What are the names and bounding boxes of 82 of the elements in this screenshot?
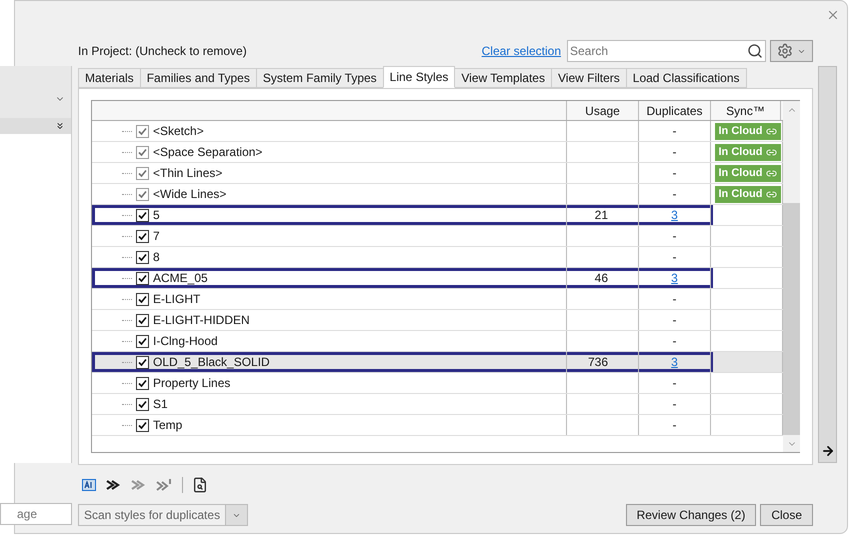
style-name[interactable]: Temp [153,416,182,434]
table-cell-text: - [672,333,676,350]
text-style-icon[interactable] [82,479,96,491]
tab[interactable]: View Filters [550,68,627,88]
settings-button[interactable] [770,40,813,62]
table-cell-text: - [672,249,676,266]
style-name[interactable]: E-LIGHT [153,290,200,308]
section-label: In Project: (Uncheck to remove) [78,43,248,60]
clear-selection-link[interactable]: Clear selection [482,42,561,60]
search-icon[interactable] [747,43,763,59]
table-row[interactable]: Property Lines - [92,373,783,394]
search-field[interactable]: Search [567,40,766,62]
style-name[interactable]: I-Clng-Hood [153,332,218,350]
table-row[interactable]: ACME_05 46 3 [92,268,783,289]
scan-dropdown[interactable]: Scan styles for duplicates [78,504,248,526]
checkbox[interactable] [136,376,149,390]
dialog-button[interactable]: Review Changes (2) [626,504,756,526]
sync-badge: In Cloud [714,144,780,160]
style-name[interactable]: 5 [153,206,160,224]
style-name[interactable]: E-LIGHT-HIDDEN [153,311,250,329]
table-cell-text: - [672,144,676,161]
checkbox[interactable] [136,250,149,264]
checkbox[interactable] [136,398,149,410]
checkbox[interactable] [136,292,149,306]
table-row[interactable]: E-LIGHT-HIDDEN - [92,310,783,331]
style-name[interactable]: S1 [153,395,168,413]
table-cell: 21 [567,205,639,225]
checkbox[interactable] [136,208,149,222]
document-search-icon[interactable] [192,477,208,493]
sync-badge: In Cloud [714,164,780,182]
column-header[interactable]: Sync™ [711,101,781,120]
table-cell-text: - [672,186,676,203]
collapse-icon[interactable] [55,121,65,131]
table-cell-text: - [672,396,676,413]
search-input[interactable]: Search [570,42,747,60]
tab[interactable]: Load Classifications [626,68,747,88]
table-cell: 46 [567,268,639,288]
dialog-button[interactable]: Close [760,504,813,526]
style-name[interactable]: 8 [153,248,160,266]
sync-badge: In Cloud [714,122,780,140]
duplicates-link[interactable]: 3 [671,206,678,224]
checkbox[interactable] [136,272,149,284]
close-icon[interactable] [826,8,840,22]
tab[interactable]: Families and Types [140,68,257,88]
tab[interactable]: View Templates [454,68,552,88]
table-cell-text: - [672,228,676,245]
checkbox[interactable] [136,230,149,242]
column-header[interactable]: Duplicates [639,101,711,120]
sync-badge: In Cloud [714,186,780,202]
settings-icon [777,43,793,59]
table-cell-text: - [672,123,676,140]
column-header[interactable]: Usage [567,101,639,120]
checkbox[interactable] [136,314,149,326]
text-field[interactable]: age [0,503,72,525]
table-cell-text: - [672,312,676,329]
table-cell-text: - [672,291,676,308]
table-cell-text: - [672,375,676,392]
merge-arrow-icon[interactable] [105,478,121,492]
style-name[interactable]: OLD_5_Black_SOLID [153,353,270,371]
checkbox[interactable] [136,334,149,348]
table-cell: 736 [567,352,639,372]
tab[interactable]: Materials [78,68,141,88]
table-row[interactable]: I-Clng-Hood - [92,331,783,352]
table-cell-text: - [672,165,676,182]
table-row[interactable]: 8 - [92,247,783,268]
arrow-right-icon[interactable] [820,444,834,458]
style-name[interactable]: Property Lines [153,374,230,392]
table-row[interactable]: S1 - [92,394,783,415]
table-row[interactable]: E-LIGHT - [92,289,783,310]
table-cell-text: - [672,417,676,434]
duplicates-link[interactable]: 3 [671,353,678,371]
checkbox[interactable] [136,356,149,368]
table-row[interactable]: OLD_5_Black_SOLID 736 3 [92,352,783,373]
style-name[interactable]: ACME_05 [153,269,208,287]
checkbox[interactable] [136,418,149,432]
table-row[interactable]: Temp - [92,415,783,436]
table-row[interactable]: 5 21 3 [92,205,783,226]
table-row[interactable]: 7 - [92,226,783,247]
duplicates-link[interactable]: 3 [671,269,678,287]
tab[interactable]: Line Styles [382,66,456,88]
style-name[interactable]: 7 [153,227,160,245]
tab[interactable]: System Family Types [256,68,384,88]
